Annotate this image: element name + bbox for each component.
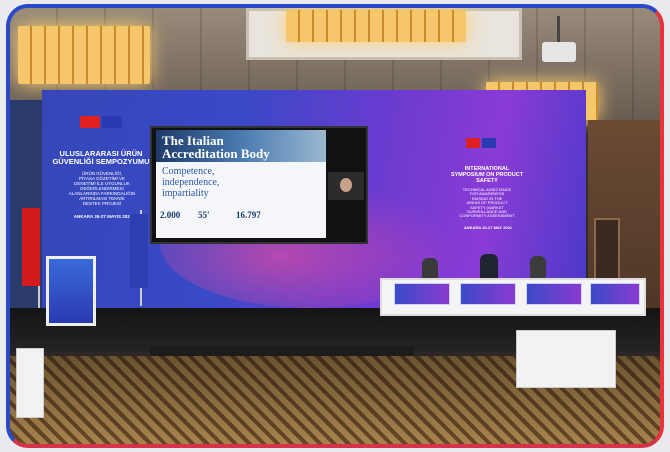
backdrop-subtitle-tr: ÜRÜN GÜVENLİĞİ, PİYASA GÖZETİMİ VE DENETİM…	[68, 171, 136, 206]
backdrop-date-en: ANKARA 26-27 MAY 2021	[463, 225, 513, 230]
panelist	[422, 258, 438, 280]
backdrop-title-tr: ULUSLARARASI ÜRÜN GÜVENLİĞİ SEMPOZYUMU	[52, 149, 150, 167]
panelist	[480, 254, 498, 280]
table-banner	[590, 283, 640, 305]
table-banner	[394, 283, 450, 305]
photo-frame: ULUSLARARASI ÜRÜN GÜVENLİĞİ SEMPOZYUMU ÜR…	[6, 4, 664, 448]
turkey-flag-icon	[80, 116, 100, 128]
table-banner	[526, 283, 582, 305]
lectern	[46, 256, 96, 326]
turkey-flag	[22, 208, 40, 286]
slide-stat: 2.000	[160, 210, 181, 220]
eu-flag	[130, 214, 148, 288]
panelist	[530, 256, 546, 280]
chandelier-center	[286, 10, 466, 42]
white-pedestal	[16, 348, 44, 418]
white-pedestal	[516, 330, 616, 388]
eu-flag-icon	[482, 138, 496, 148]
slide-subtitle: Competence, independence, impartiality	[162, 166, 220, 199]
backdrop-subtitle-en: TECHNICAL ASSISTANCE FOR AWARENESS RAISING…	[459, 187, 515, 219]
slide-title: The Italian Accreditation Body	[162, 133, 270, 161]
backdrop-title-en: INTERNATIONAL SYMPOSIUM ON PRODUCT SAFETY	[450, 166, 524, 185]
speaker-face	[340, 178, 352, 192]
slide-stat: 16.797	[236, 210, 261, 220]
projector	[542, 42, 576, 62]
turkey-flag-icon	[466, 138, 480, 148]
eu-flag-icon	[102, 116, 122, 128]
chandelier-left	[18, 26, 150, 84]
slide: The Italian Accreditation Body Competence…	[156, 130, 326, 238]
table-banner	[460, 283, 516, 305]
slide-stat: 55'	[198, 210, 210, 220]
